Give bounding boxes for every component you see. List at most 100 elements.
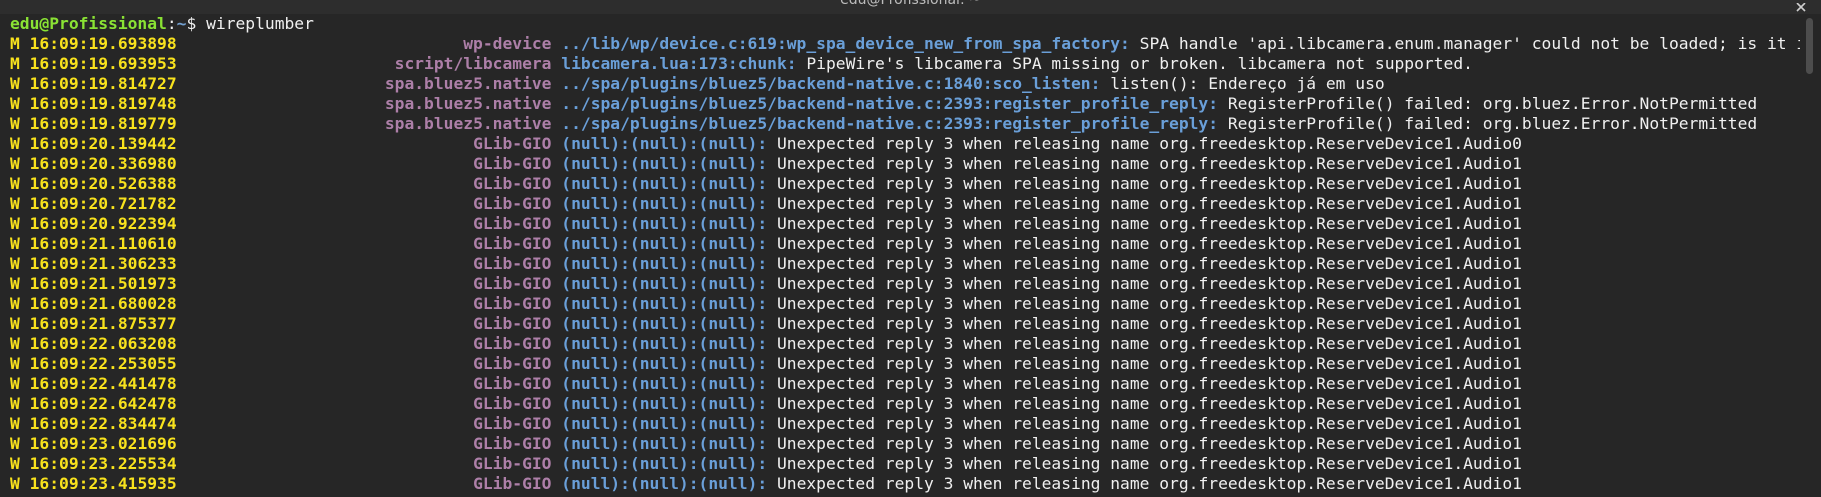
log-line: W 16:09:23.415935 GLib-GIO (null):(null)… (10, 474, 1522, 494)
log-message: PipeWire's libcamera SPA missing or brok… (806, 54, 1473, 73)
log-time: 16:09:20.139442 (29, 134, 177, 153)
log-level: W (10, 374, 20, 393)
log-level: W (10, 94, 20, 113)
log-source: GLib-GIO (473, 474, 552, 493)
log-source: GLib-GIO (473, 194, 552, 213)
log-message: Unexpected reply 3 when releasing name o… (776, 434, 1522, 453)
log-source: GLib-GIO (473, 314, 552, 333)
log-message: Unexpected reply 3 when releasing name o… (776, 194, 1522, 213)
log-time: 16:09:19.814727 (29, 74, 177, 93)
log-line: W 16:09:19.814727 spa.bluez5.native ../s… (10, 74, 1385, 94)
log-level: W (10, 414, 20, 433)
log-line: M 16:09:19.693898 wp-device ../lib/wp/de… (10, 34, 1800, 54)
scrollbar-thumb[interactable] (1806, 18, 1813, 74)
log-location: ../spa/plugins/bluez5/backend-native.c:2… (561, 114, 1219, 133)
close-icon[interactable] (1795, 0, 1807, 12)
scrollbar[interactable] (1800, 14, 1821, 497)
log-source: GLib-GIO (473, 354, 552, 373)
log-source: GLib-GIO (473, 254, 552, 273)
log-message: RegisterProfile() failed: org.bluez.Erro… (1227, 114, 1758, 133)
log-location: (null):(null):(null): (561, 414, 768, 433)
log-source: GLib-GIO (473, 394, 552, 413)
log-message: listen(): Endereço já em uso (1110, 74, 1385, 93)
terminal-output[interactable]: edu@Profissional:~$ wireplumber M 16:09:… (0, 14, 1800, 497)
log-source: spa.bluez5.native (384, 74, 552, 93)
log-location: (null):(null):(null): (561, 194, 768, 213)
log-time: 16:09:20.721782 (29, 194, 177, 213)
prompt-command: wireplumber (196, 14, 314, 33)
log-time: 16:09:22.642478 (29, 394, 177, 413)
log-line: W 16:09:21.875377 GLib-GIO (null):(null)… (10, 314, 1522, 334)
log-line: W 16:09:22.441478 GLib-GIO (null):(null)… (10, 374, 1522, 394)
log-source: GLib-GIO (473, 274, 552, 293)
log-source: GLib-GIO (473, 434, 552, 453)
log-location: (null):(null):(null): (561, 394, 768, 413)
log-level: M (10, 34, 20, 53)
log-time: 16:09:23.225534 (29, 454, 177, 473)
log-source: GLib-GIO (473, 214, 552, 233)
log-location: libcamera.lua:173:chunk: (561, 54, 797, 73)
log-source: GLib-GIO (473, 454, 552, 473)
log-message: Unexpected reply 3 when releasing name o… (776, 374, 1522, 393)
log-location: (null):(null):(null): (561, 454, 768, 473)
log-source: GLib-GIO (473, 154, 552, 173)
log-source: wp-device (463, 34, 552, 53)
log-level: W (10, 394, 20, 413)
log-level: W (10, 74, 20, 93)
log-message: Unexpected reply 3 when releasing name o… (776, 174, 1522, 193)
prompt-user-host: edu@Profissional (10, 14, 167, 33)
log-location: (null):(null):(null): (561, 214, 768, 233)
log-source: GLib-GIO (473, 334, 552, 353)
log-message: Unexpected reply 3 when releasing name o… (776, 214, 1522, 233)
log-time: 16:09:22.063208 (29, 334, 177, 353)
log-time: 16:09:21.306233 (29, 254, 177, 273)
log-level: W (10, 354, 20, 373)
window-title: edu@Profissional: ~ (840, 0, 981, 8)
log-time: 16:09:21.110610 (29, 234, 177, 253)
log-location: (null):(null):(null): (561, 474, 768, 493)
log-line: W 16:09:21.680028 GLib-GIO (null):(null)… (10, 294, 1522, 314)
log-message: Unexpected reply 3 when releasing name o… (776, 134, 1522, 153)
log-time: 16:09:19.693898 (29, 34, 177, 53)
log-location: (null):(null):(null): (561, 174, 768, 193)
log-message: Unexpected reply 3 when releasing name o… (776, 314, 1522, 333)
log-message: SPA handle 'api.libcamera.enum.manager' … (1139, 34, 1800, 53)
log-location: ../spa/plugins/bluez5/backend-native.c:1… (561, 74, 1101, 93)
log-level: W (10, 214, 20, 233)
log-line: W 16:09:20.336980 GLib-GIO (null):(null)… (10, 154, 1522, 174)
log-level: W (10, 114, 20, 133)
log-level: W (10, 134, 20, 153)
log-time: 16:09:23.415935 (29, 474, 177, 493)
log-time: 16:09:21.501973 (29, 274, 177, 293)
log-message: Unexpected reply 3 when releasing name o… (776, 234, 1522, 253)
log-message: Unexpected reply 3 when releasing name o… (776, 294, 1522, 313)
log-source: spa.bluez5.native (384, 114, 552, 133)
log-line: W 16:09:23.225534 GLib-GIO (null):(null)… (10, 454, 1522, 474)
log-time: 16:09:19.693953 (29, 54, 177, 73)
log-line: W 16:09:21.110610 GLib-GIO (null):(null)… (10, 234, 1522, 254)
log-time: 16:09:19.819779 (29, 114, 177, 133)
log-location: (null):(null):(null): (561, 294, 768, 313)
log-level: W (10, 234, 20, 253)
log-source: GLib-GIO (473, 234, 552, 253)
prompt-symbol: $ (186, 14, 197, 33)
log-message: Unexpected reply 3 when releasing name o… (776, 354, 1522, 373)
log-level: W (10, 154, 20, 173)
log-line: W 16:09:19.819779 spa.bluez5.native ../s… (10, 114, 1757, 134)
log-line: W 16:09:19.819748 spa.bluez5.native ../s… (10, 94, 1757, 114)
window-titlebar[interactable]: edu@Profissional: ~ (0, 0, 1821, 14)
log-line: W 16:09:22.063208 GLib-GIO (null):(null)… (10, 334, 1522, 354)
log-level: W (10, 454, 20, 473)
prompt-path: ~ (176, 14, 187, 33)
log-message: Unexpected reply 3 when releasing name o… (776, 154, 1522, 173)
log-time: 16:09:21.875377 (29, 314, 177, 333)
log-level: W (10, 314, 20, 333)
log-message: RegisterProfile() failed: org.bluez.Erro… (1227, 94, 1758, 113)
log-time: 16:09:22.441478 (29, 374, 177, 393)
log-message: Unexpected reply 3 when releasing name o… (776, 394, 1522, 413)
log-source: GLib-GIO (473, 174, 552, 193)
log-time: 16:09:22.834474 (29, 414, 177, 433)
log-location: (null):(null):(null): (561, 154, 768, 173)
log-level: W (10, 194, 20, 213)
log-level: W (10, 334, 20, 353)
